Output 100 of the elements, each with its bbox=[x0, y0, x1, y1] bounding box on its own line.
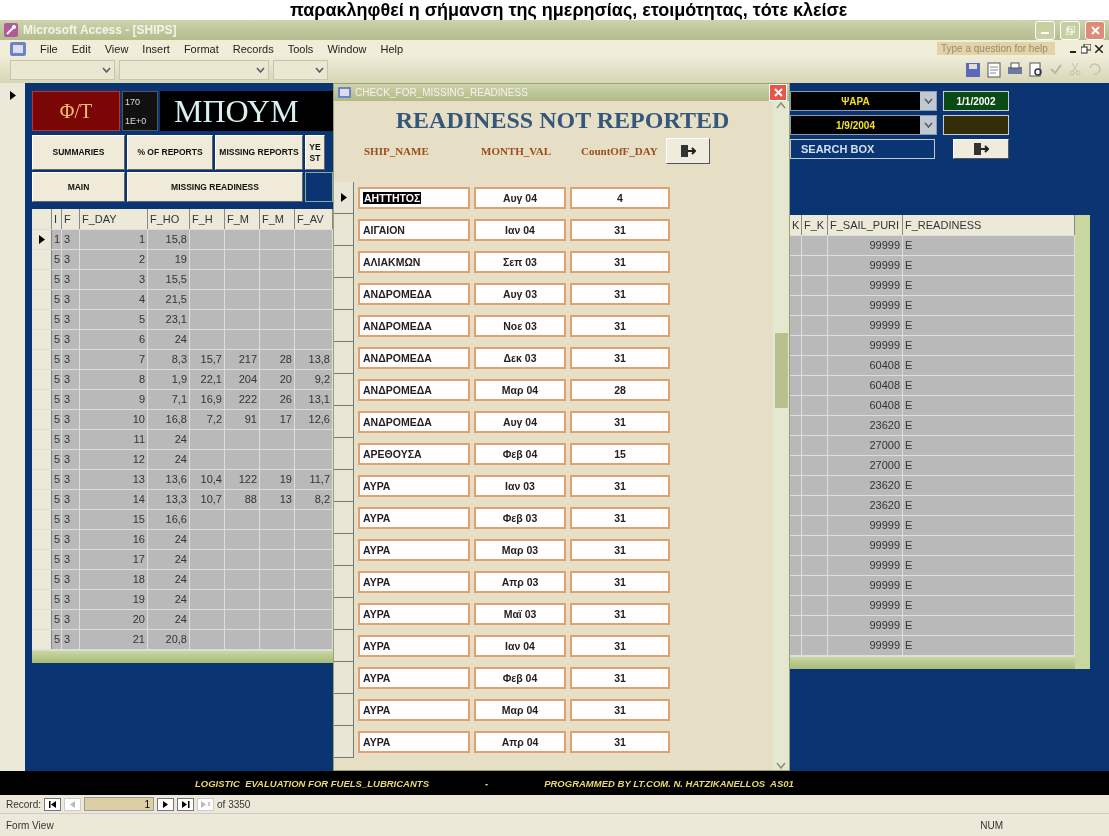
count-field[interactable]: 15 bbox=[570, 443, 670, 465]
column-header[interactable]: F_HO bbox=[148, 209, 190, 229]
last-record-button[interactable] bbox=[177, 797, 194, 811]
month-field[interactable]: Αυγ 04 bbox=[474, 187, 566, 209]
menu-item[interactable]: File bbox=[40, 42, 58, 55]
column-header[interactable]: F_DAY bbox=[80, 209, 148, 229]
count-field[interactable]: 31 bbox=[570, 251, 670, 273]
count-field[interactable]: 31 bbox=[570, 539, 670, 561]
menu-item[interactable]: View bbox=[104, 42, 129, 55]
help-search-field[interactable]: Type a question for help bbox=[937, 42, 1055, 55]
ship-name-field[interactable]: ΑΡΕΘΟΥΣΑ bbox=[358, 443, 470, 465]
preview-icon[interactable] bbox=[1029, 62, 1043, 78]
check-icon[interactable] bbox=[1049, 62, 1063, 76]
ship-name-field[interactable]: ΑΛΙΑΚΜΩΝ bbox=[358, 251, 470, 273]
ship-name-field[interactable]: ΑΝΔΡΟΜΕΔΑ bbox=[358, 315, 470, 337]
exit-button[interactable] bbox=[665, 138, 710, 164]
horizontal-scrollbar[interactable] bbox=[790, 656, 1075, 669]
column-header[interactable]: F_M bbox=[260, 209, 295, 229]
month-field[interactable]: Φεβ 04 bbox=[474, 667, 566, 689]
month-field[interactable]: Αυγ 03 bbox=[474, 283, 566, 305]
count-field[interactable]: 31 bbox=[570, 315, 670, 337]
ship-name-field[interactable]: ΑΥΡΑ bbox=[358, 539, 470, 561]
menu-item[interactable]: Window bbox=[327, 42, 367, 55]
record-number-field[interactable]: 1 bbox=[84, 797, 154, 811]
end-date-dropdown[interactable]: 1/9/2004 bbox=[790, 115, 937, 135]
size-dropdown[interactable] bbox=[273, 60, 328, 80]
month-field[interactable]: Αυγ 04 bbox=[474, 411, 566, 433]
next-record-button[interactable] bbox=[157, 797, 174, 811]
printer-icon[interactable] bbox=[1007, 62, 1023, 76]
menu-item[interactable]: Insert bbox=[142, 42, 170, 55]
scrollbar-thumb[interactable] bbox=[774, 333, 788, 408]
month-field[interactable]: Φεβ 03 bbox=[474, 507, 566, 529]
ship-dropdown[interactable]: ΨΑΡΑ bbox=[790, 91, 937, 111]
ship-name-field[interactable]: ΑΝΔΡΟΜΕΔΑ bbox=[358, 347, 470, 369]
menu-item[interactable]: Records bbox=[232, 42, 274, 55]
ship-name-field[interactable]: ΑΥΡΑ bbox=[358, 571, 470, 593]
menu-item[interactable]: Tools bbox=[287, 42, 314, 55]
month-field[interactable]: Φεβ 04 bbox=[474, 443, 566, 465]
month-field[interactable]: Μαρ 04 bbox=[474, 379, 566, 401]
ship-name-field[interactable]: ΑΙΓΑΙΟΝ bbox=[358, 219, 470, 241]
count-field[interactable]: 31 bbox=[570, 571, 670, 593]
month-field[interactable]: Απρ 04 bbox=[474, 731, 566, 753]
nav-button[interactable]: MISSING REPORTS bbox=[215, 135, 303, 170]
first-record-button[interactable] bbox=[44, 797, 61, 811]
column-header[interactable]: F_K bbox=[802, 215, 828, 235]
document-icon[interactable] bbox=[987, 62, 1001, 78]
column-header[interactable]: F_M bbox=[225, 209, 260, 229]
nav-button[interactable]: MISSING READINESS bbox=[127, 172, 303, 202]
ship-name-field[interactable]: ΑΥΡΑ bbox=[358, 667, 470, 689]
ship-name-field[interactable]: ΑΝΔΡΟΜΕΔΑ bbox=[358, 283, 470, 305]
close-icon[interactable] bbox=[1095, 44, 1103, 53]
month-field[interactable]: Μαρ 04 bbox=[474, 699, 566, 721]
ship-name-field[interactable]: ΑΝΔΡΟΜΕΔΑ bbox=[358, 411, 470, 433]
vertical-scrollbar[interactable] bbox=[773, 101, 789, 770]
month-field[interactable]: Δεκ 03 bbox=[474, 347, 566, 369]
nav-button[interactable]: % OF REPORTS bbox=[127, 135, 213, 170]
search-button[interactable]: SEARCH BOX bbox=[790, 139, 935, 159]
nav-button[interactable]: MAIN bbox=[32, 172, 125, 202]
ship-name-field[interactable]: ΑΥΡΑ bbox=[358, 635, 470, 657]
month-field[interactable]: Μαρ 03 bbox=[474, 539, 566, 561]
menu-item[interactable]: Format bbox=[183, 42, 219, 55]
count-field[interactable]: 31 bbox=[570, 603, 670, 625]
column-header[interactable]: I bbox=[52, 209, 62, 229]
close-button[interactable] bbox=[769, 84, 787, 101]
column-header[interactable]: F_SAIL_PURI bbox=[828, 215, 903, 235]
count-field[interactable]: 31 bbox=[570, 219, 670, 241]
ship-name-field[interactable]: ΑΥΡΑ bbox=[358, 507, 470, 529]
menu-item[interactable]: Help bbox=[380, 42, 404, 55]
ship-name-field[interactable]: ΑΥΡΑ bbox=[358, 731, 470, 753]
restore-icon[interactable] bbox=[1081, 43, 1091, 54]
count-field[interactable]: 31 bbox=[570, 507, 670, 529]
month-field[interactable]: Απρ 03 bbox=[474, 571, 566, 593]
month-field[interactable]: Μαϊ 03 bbox=[474, 603, 566, 625]
ship-name-field[interactable]: ΑΥΡΑ bbox=[358, 603, 470, 625]
month-field[interactable]: Ιαν 04 bbox=[474, 219, 566, 241]
count-field[interactable]: 28 bbox=[570, 379, 670, 401]
month-field[interactable]: Νοε 03 bbox=[474, 315, 566, 337]
month-field[interactable]: Ιαν 04 bbox=[474, 635, 566, 657]
count-field[interactable]: 31 bbox=[570, 731, 670, 753]
count-field[interactable]: 31 bbox=[570, 411, 670, 433]
count-field[interactable]: 31 bbox=[570, 283, 670, 305]
undo-icon[interactable] bbox=[1087, 62, 1101, 76]
minimize-button[interactable] bbox=[1035, 20, 1055, 40]
month-field[interactable]: Σεπ 03 bbox=[474, 251, 566, 273]
count-field[interactable]: 31 bbox=[570, 667, 670, 689]
count-field[interactable]: 4 bbox=[570, 187, 670, 209]
month-field[interactable]: Ιαν 03 bbox=[474, 475, 566, 497]
column-header[interactable]: F bbox=[62, 209, 80, 229]
ship-name-field[interactable]: ΑΥΡΑ bbox=[358, 475, 470, 497]
nav-button[interactable]: SUMMARIES bbox=[32, 135, 125, 170]
horizontal-scrollbar[interactable] bbox=[32, 650, 333, 663]
ship-name-field[interactable]: ΑΝΔΡΟΜΕΔΑ bbox=[358, 379, 470, 401]
record-selector[interactable] bbox=[32, 230, 52, 249]
vertical-scrollbar[interactable] bbox=[1075, 215, 1090, 669]
count-field[interactable]: 31 bbox=[570, 475, 670, 497]
count-field[interactable]: 31 bbox=[570, 699, 670, 721]
count-field[interactable]: 31 bbox=[570, 347, 670, 369]
column-header[interactable]: F_H bbox=[190, 209, 225, 229]
column-header[interactable]: K bbox=[790, 215, 802, 235]
ship-name-field[interactable]: ΑΥΡΑ bbox=[358, 699, 470, 721]
